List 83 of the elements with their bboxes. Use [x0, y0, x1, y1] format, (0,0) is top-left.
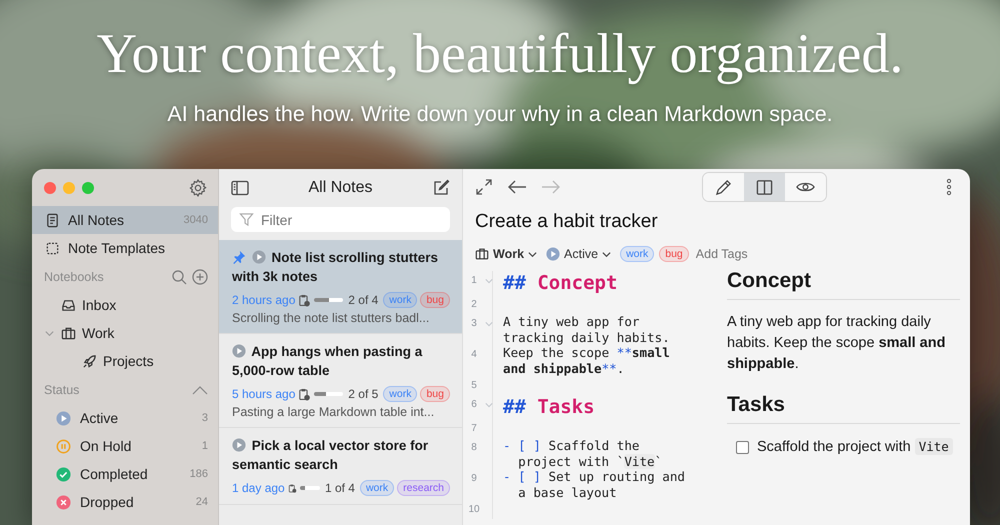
notebook-item[interactable]: Projects [32, 347, 218, 376]
progress-bar [314, 298, 344, 302]
preview-heading: Concept [727, 269, 960, 300]
more-icon[interactable] [946, 178, 952, 196]
status-dropdown[interactable]: Active [546, 247, 612, 262]
markdown-line: - [ ] Scaffold the project with `Vite` [503, 438, 664, 470]
play-icon [252, 250, 266, 264]
line-number: 2 [470, 298, 478, 312]
sidebar-toggle-icon[interactable] [231, 180, 249, 196]
play-icon [232, 344, 246, 358]
briefcase-icon [61, 326, 76, 341]
add-tags-field[interactable]: Add Tags [694, 246, 768, 262]
notebook-item[interactable]: Inbox [32, 291, 218, 320]
note-time: 1 day ago [232, 481, 285, 496]
markdown-line: A tiny web app for tracking daily habits. [503, 314, 671, 346]
markdown-line: Keep the scope **small and shippable**. [503, 345, 671, 376]
progress-text: 1 of 4 [324, 481, 355, 496]
progress-bar [314, 392, 344, 396]
note-title: Pick a local vector store for semantic search [232, 437, 430, 474]
back-arrow-icon[interactable] [507, 179, 527, 196]
note-excerpt: Pasting a large Markdown table int... [232, 405, 436, 420]
note-time: 2 hours ago [232, 293, 296, 308]
dashed-square-icon [45, 240, 60, 256]
markdown-line: - [ ] Set up routing and a base layout [503, 469, 686, 500]
compose-icon[interactable] [432, 179, 450, 198]
line-number: 10 [467, 503, 481, 518]
line-number: 9 [470, 472, 478, 486]
close-button[interactable] [44, 182, 56, 194]
markdown-heading: ## Concept [503, 271, 618, 296]
line-number: 1 [470, 274, 478, 288]
status-item[interactable]: On Hold 1 [32, 432, 218, 460]
funnel-icon [239, 212, 254, 228]
line-number: 4 [470, 348, 478, 362]
preview-heading: Tasks [727, 393, 960, 424]
note-time: 5 hours ago [232, 387, 296, 402]
notebook-item[interactable]: Work [32, 319, 218, 348]
status-item[interactable]: Active 3 [32, 404, 218, 432]
clipboard-icon [288, 482, 297, 495]
preview-paragraph: A tiny web app for tracking daily habits. Keep the scope small and shippable. [727, 313, 946, 374]
add-icon[interactable] [192, 268, 208, 285]
section-heading: Notebooks [44, 270, 104, 284]
chevron-icon [602, 250, 612, 259]
columns-icon [756, 178, 773, 196]
filter-field[interactable]: Filter [231, 207, 450, 232]
sidebar-item[interactable]: Note Templates [32, 234, 218, 262]
line-number: 5 [470, 379, 478, 394]
line-number: 6 [470, 398, 478, 412]
progress-text: 2 of 5 [348, 387, 378, 402]
document-icon [45, 212, 60, 228]
chevron-icon[interactable] [192, 384, 208, 395]
status-item[interactable]: Dropped 24 [32, 488, 218, 516]
search-icon[interactable] [171, 268, 187, 285]
notebook-dropdown[interactable]: Work [475, 247, 538, 262]
line-number: 3 [470, 317, 478, 332]
chevron-icon [528, 250, 538, 259]
view-mode-button[interactable] [744, 173, 785, 202]
clipboard-icon [298, 388, 312, 401]
pencil-icon [715, 178, 732, 196]
play-icon [232, 438, 246, 452]
note-title: Create a habit tracker [474, 210, 659, 234]
section-heading: Status [44, 382, 80, 397]
note-excerpt: Scrolling the note list stutters badl... [232, 311, 430, 326]
clipboard-icon [298, 294, 312, 307]
progress-bar [300, 486, 320, 490]
expand-icon[interactable] [475, 178, 493, 196]
task-text: Scaffold the project with Vite [757, 436, 953, 458]
note-title: Note list scrolling stutters with 3k notes [232, 249, 440, 286]
inbox-icon [61, 298, 76, 313]
note-title: App hangs when pasting a 5,000-row table [232, 343, 424, 380]
headline: Your context, beautifully organized. [96, 22, 904, 86]
briefcase-icon [475, 247, 489, 262]
checkbox[interactable] [736, 441, 749, 454]
markdown-heading: ## Tasks [503, 395, 596, 420]
play-icon [546, 247, 560, 262]
line-number: 8 [470, 441, 478, 456]
subheadline: AI handles the how. Write down your why in a clean Markdown space. [166, 102, 834, 127]
line-number: 7 [470, 422, 478, 436]
progress-text: 2 of 4 [348, 293, 378, 308]
rocket-icon [82, 354, 97, 369]
sidebar-item[interactable]: All Notes 3040 [32, 206, 218, 234]
settings-icon[interactable] [188, 178, 208, 198]
status-item[interactable]: Completed 186 [32, 460, 218, 488]
list-title: All Notes [308, 179, 373, 198]
